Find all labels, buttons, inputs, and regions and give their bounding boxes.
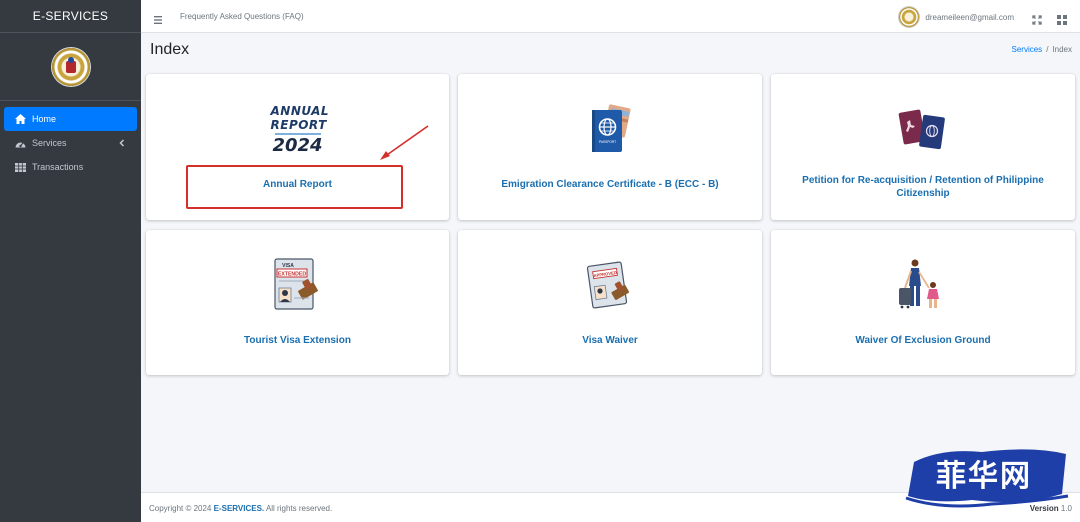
- apps-grid-icon[interactable]: [1057, 12, 1067, 25]
- visa-extended-icon: VISA EXTENDED: [269, 256, 327, 314]
- sidebar: E-SERVICES Home Services Transactions: [0, 0, 141, 522]
- bureau-seal-logo: [51, 47, 90, 86]
- user-menu[interactable]: dreameileen@gmail.com: [899, 7, 1014, 27]
- passports-icon: [897, 108, 949, 150]
- sidebar-item-transactions[interactable]: Transactions: [4, 155, 137, 179]
- approved-stamp-icon: APPROVED: [582, 258, 638, 314]
- fullscreen-icon[interactable]: [1032, 12, 1042, 25]
- service-card-visa-waiver[interactable]: APPROVED Visa Waiver: [458, 230, 762, 375]
- breadcrumb-link-services[interactable]: Services: [1012, 45, 1043, 54]
- breadcrumb: Services / Index: [1012, 45, 1073, 54]
- top-navbar: Frequently Asked Questions (FAQ) dreamei…: [141, 0, 1080, 33]
- annotation-arrow-icon: [380, 125, 429, 160]
- table-icon: [14, 162, 26, 172]
- watermark-text: 菲华网: [936, 459, 1032, 494]
- service-card-tourist-visa-extension[interactable]: VISA EXTENDED Tourist Visa Extension: [146, 230, 449, 375]
- service-card-ecc-b[interactable]: PASSPORT Emigration Clearance Certificat…: [458, 74, 762, 220]
- passport-icon: PASSPORT: [582, 102, 638, 158]
- faq-link[interactable]: Frequently Asked Questions (FAQ): [180, 12, 304, 21]
- service-card-waiver-exclusion-ground[interactable]: Waiver Of Exclusion Ground: [771, 230, 1075, 375]
- logo-line: ANNUAL: [270, 104, 330, 118]
- sidebar-item-label: Home: [32, 114, 57, 124]
- sidebar-item-label: Transactions: [32, 162, 84, 172]
- home-icon: [14, 114, 26, 124]
- copyright-text: Copyright © 2024 E-SERVICES. All rights …: [149, 504, 333, 513]
- sidebar-nav: Home Services Transactions: [0, 101, 141, 185]
- logo-area: [0, 33, 141, 101]
- sidebar-item-services[interactable]: Services: [4, 131, 137, 155]
- service-card-label[interactable]: Visa Waiver: [458, 334, 762, 347]
- menu-toggle-icon[interactable]: [154, 11, 162, 24]
- footer-brand-link[interactable]: E-SERVICES.: [214, 504, 265, 513]
- service-card-label[interactable]: Emigration Clearance Certificate - B (EC…: [458, 178, 762, 191]
- annotation-highlight-box: [186, 165, 403, 209]
- traveler-icon: [898, 258, 948, 312]
- service-card-label[interactable]: Petition for Re-acquisition / Retention …: [771, 174, 1075, 200]
- annual-report-2024-icon: ANNUAL REPORT 2024: [270, 104, 330, 156]
- brand-title[interactable]: E-SERVICES: [0, 0, 141, 33]
- user-email[interactable]: dreameileen@gmail.com: [925, 13, 1014, 22]
- passport-label: PASSPORT: [599, 140, 616, 144]
- service-card-label[interactable]: Waiver Of Exclusion Ground: [771, 334, 1075, 347]
- extended-stamp: EXTENDED: [277, 271, 306, 277]
- chevron-left-icon[interactable]: [117, 138, 127, 148]
- page-title: Index: [150, 41, 190, 58]
- breadcrumb-separator: /: [1046, 45, 1049, 54]
- logo-line: 2024: [272, 135, 323, 156]
- service-card-label[interactable]: Tourist Visa Extension: [146, 334, 449, 347]
- logo-line: REPORT: [270, 118, 327, 132]
- avatar[interactable]: [899, 7, 920, 27]
- sidebar-item-label: Services: [32, 138, 67, 148]
- dashboard-icon: [14, 138, 26, 148]
- visa-word: VISA: [282, 263, 294, 269]
- service-card-petition-reacquisition[interactable]: Petition for Re-acquisition / Retention …: [771, 74, 1075, 220]
- breadcrumb-current: Index: [1052, 45, 1072, 54]
- sidebar-item-home[interactable]: Home: [4, 107, 137, 131]
